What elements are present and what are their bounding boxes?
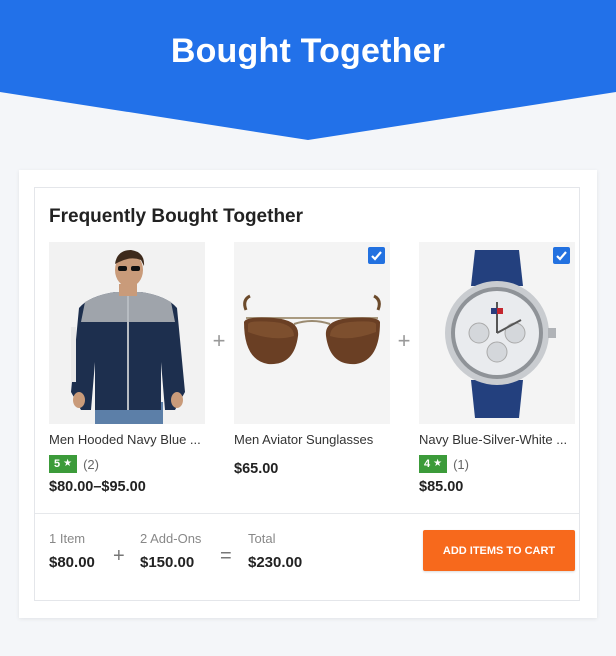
star-icon: ★ (433, 458, 443, 469)
rating-value: 4 (424, 458, 431, 470)
bundle-panel: Frequently Bought Together Men Hooded Na… (34, 187, 580, 601)
rating-row-watch: 4 ★ (1) (419, 455, 575, 473)
product-image-hoodie[interactable] (49, 242, 205, 424)
product-name-hoodie[interactable]: Men Hooded Navy Blue ... (49, 432, 205, 447)
checkmark-icon (556, 251, 567, 261)
select-checkbox-sunglasses[interactable] (368, 247, 385, 264)
star-icon: ★ (63, 458, 73, 469)
total-value: $230.00 (248, 554, 303, 571)
divider (35, 513, 579, 514)
items-value: $80.00 (49, 554, 95, 571)
plus-icon: + (113, 545, 125, 567)
product-price-watch: $85.00 (419, 479, 464, 495)
product-price-hoodie: $80.00–$95.00 (49, 479, 146, 495)
items-label: 1 Item (49, 531, 86, 546)
checkmark-icon (371, 251, 382, 261)
add-items-to-cart-button[interactable]: ADD ITEMS TO CART (423, 530, 575, 571)
plus-icon: + (397, 328, 411, 353)
total-label: Total (248, 531, 276, 546)
product-card-watch[interactable]: Navy Blue-Silver-White ... 4 ★ (1) $85.0… (419, 242, 575, 495)
bundle-widget: Frequently Bought Together Men Hooded Na… (19, 170, 597, 618)
product-image-sunglasses[interactable] (234, 242, 390, 424)
rating-value: 5 (54, 458, 61, 470)
watch-image (419, 242, 575, 424)
rating-count-watch: (1) (453, 456, 469, 472)
product-card-hoodie[interactable]: Men Hooded Navy Blue ... 5 ★ (2) $80.00–… (49, 242, 205, 495)
summary-total: Total $230.00 (248, 531, 302, 571)
summary-items: 1 Item $80.00 (49, 531, 95, 571)
select-checkbox-watch[interactable] (553, 247, 570, 264)
addons-value: $150.00 (140, 554, 195, 571)
section-title: Frequently Bought Together (49, 206, 304, 227)
rating-badge-hoodie: 5 ★ (49, 455, 78, 473)
header-banner: Bought Together (0, 0, 616, 140)
sunglasses-image (234, 242, 390, 424)
banner-title: Bought Together (170, 32, 446, 70)
rating-row-hoodie: 5 ★ (2) (49, 455, 205, 473)
rating-count-hoodie: (2) (83, 456, 99, 472)
hoodie-model-image (49, 242, 205, 424)
product-price-sunglasses: $65.00 (234, 461, 279, 477)
product-image-watch[interactable] (419, 242, 575, 424)
summary-addons: 2 Add-Ons $150.00 (140, 531, 201, 571)
addons-label: 2 Add-Ons (140, 531, 202, 546)
rating-badge-watch: 4 ★ (419, 455, 448, 473)
product-name-sunglasses[interactable]: Men Aviator Sunglasses (234, 432, 390, 447)
plus-icon: + (212, 328, 226, 353)
product-name-watch[interactable]: Navy Blue-Silver-White ... (419, 432, 575, 447)
equals-icon: = (220, 545, 232, 567)
product-card-sunglasses[interactable]: Men Aviator Sunglasses $65.00 (234, 242, 390, 477)
